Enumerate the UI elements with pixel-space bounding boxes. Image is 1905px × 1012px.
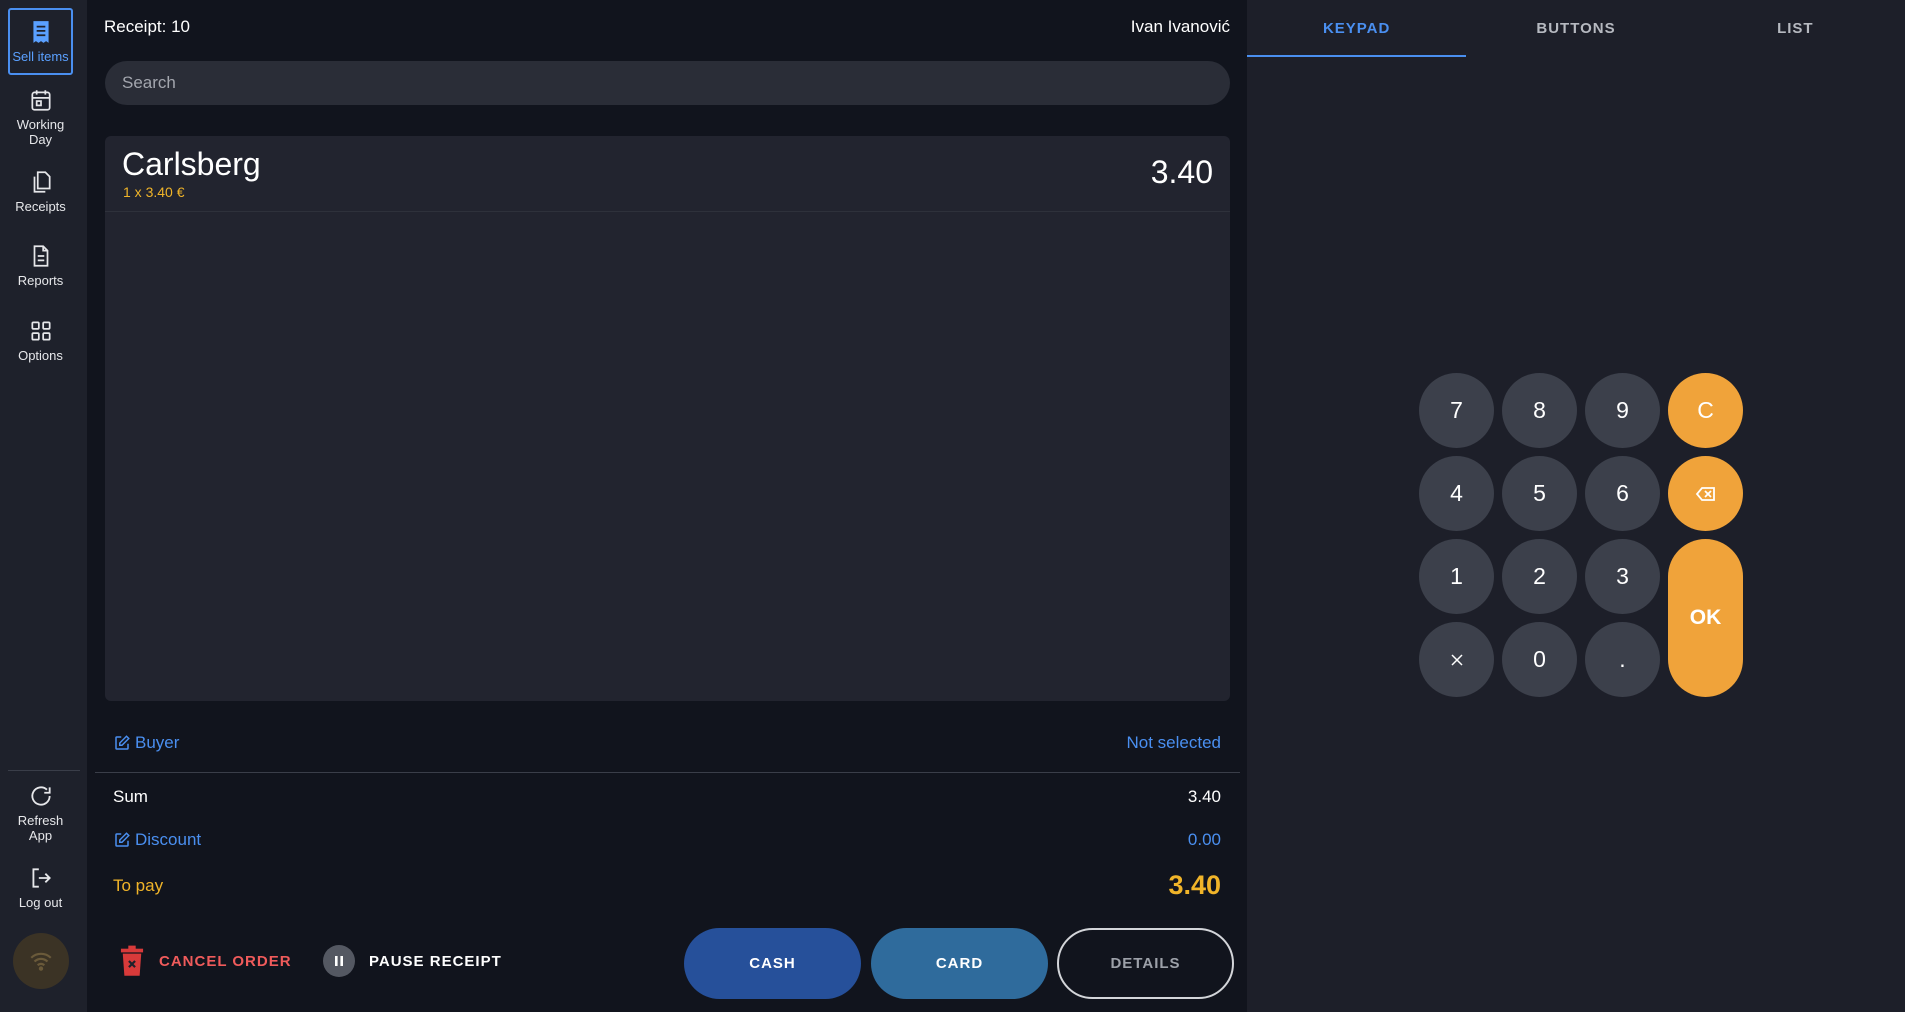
sidebar-item-log-out[interactable]: Log out [8, 862, 73, 912]
discount-row: Discount 0.00 [113, 830, 1221, 850]
to-pay-label: To pay [113, 875, 164, 895]
key-dot[interactable]: . [1585, 622, 1660, 697]
tab-buttons[interactable]: BUTTONS [1466, 0, 1685, 57]
receipt-title: Receipt: 10 [104, 17, 190, 36]
key-9[interactable]: 9 [1585, 373, 1660, 448]
logout-icon [31, 867, 51, 888]
details-button[interactable]: DETAILS [1057, 928, 1234, 999]
sidebar-item-label: Log out [18, 894, 63, 910]
sidebar-item-options[interactable]: Options [8, 315, 73, 365]
cancel-order-label: CANCEL ORDER [159, 952, 292, 970]
key-4[interactable]: 4 [1419, 456, 1494, 531]
backspace-button[interactable] [1668, 456, 1743, 531]
receipt-icon [32, 21, 49, 43]
sidebar-divider [8, 770, 80, 771]
key-1[interactable]: 1 [1419, 539, 1494, 614]
calendar-icon [30, 90, 51, 111]
tab-list[interactable]: LIST [1686, 0, 1905, 57]
sidebar-item-label: Sell items [12, 49, 69, 64]
item-total: 3.40 [1150, 154, 1213, 190]
sidebar-item-reports[interactable]: Reports [8, 240, 73, 290]
buyer-label: Buyer [135, 733, 180, 752]
sidebar-item-refresh-app[interactable]: Refresh App [8, 780, 73, 846]
sum-row: Sum 3.40 [113, 787, 1221, 807]
discount-link[interactable]: Discount [113, 830, 201, 850]
summary-divider [95, 772, 1240, 773]
receipt-items-list: Carlsberg 1 x 3.40 € 3.40 [105, 136, 1230, 701]
key-3[interactable]: 3 [1585, 539, 1660, 614]
sidebar: Sell items Working Day Receipts Reports … [0, 0, 87, 1012]
sidebar-item-label: Reports [17, 272, 64, 288]
pos-app: Sell items Working Day Receipts Reports … [0, 0, 1905, 1012]
receipt-panel: Receipt: 10 Ivan Ivanović Carlsberg 1 x … [87, 0, 1247, 1012]
buyer-row: Buyer Not selected [113, 733, 1221, 753]
key-0[interactable]: 0 [1502, 622, 1577, 697]
key-6[interactable]: 6 [1585, 456, 1660, 531]
discount-value: 0.00 [1187, 830, 1221, 849]
sidebar-item-label: Working Day [16, 117, 65, 147]
item-quantity-price: 1 x 3.40 € [123, 184, 185, 200]
key-7[interactable]: 7 [1419, 373, 1494, 448]
sum-value: 3.40 [1187, 787, 1221, 806]
discount-label: Discount [135, 830, 202, 849]
sidebar-item-sell-items[interactable]: Sell items [8, 8, 73, 75]
user-name: Ivan Ivanović [1130, 17, 1230, 36]
connection-status[interactable] [13, 933, 69, 989]
trash-icon [120, 945, 144, 976]
backspace-icon [1695, 486, 1715, 501]
sidebar-item-receipts[interactable]: Receipts [8, 166, 73, 216]
cancel-order-button[interactable]: CANCEL ORDER [117, 945, 292, 977]
multiply-button[interactable] [1419, 622, 1494, 697]
key-8[interactable]: 8 [1502, 373, 1577, 448]
clear-button[interactable]: C [1668, 373, 1743, 448]
sidebar-item-label: Options [18, 347, 63, 363]
key-5[interactable]: 5 [1502, 456, 1577, 531]
key-2[interactable]: 2 [1502, 539, 1577, 614]
grid-icon [30, 320, 51, 341]
list-item[interactable]: Carlsberg 1 x 3.40 € 3.40 [105, 136, 1230, 212]
ok-button[interactable]: OK [1668, 539, 1743, 697]
wifi-icon [30, 952, 52, 971]
pause-receipt-button[interactable]: PAUSE RECEIPT [323, 945, 502, 977]
to-pay-value: 3.40 [1168, 870, 1221, 900]
sidebar-item-working-day[interactable]: Working Day [8, 84, 73, 150]
tab-keypad[interactable]: KEYPAD [1247, 0, 1467, 57]
item-name: Carlsberg [122, 146, 261, 182]
pause-icon [323, 945, 355, 977]
pause-receipt-label: PAUSE RECEIPT [369, 952, 502, 970]
cash-button[interactable]: CASH [684, 928, 861, 999]
buyer-value[interactable]: Not selected [1127, 733, 1222, 753]
card-button[interactable]: CARD [871, 928, 1048, 999]
refresh-icon [30, 786, 51, 806]
tab-bar: KEYPAD BUTTONS LIST [1247, 0, 1905, 57]
sum-label: Sum [113, 787, 148, 806]
edit-icon [115, 832, 130, 847]
sidebar-item-label: Receipts [15, 198, 66, 214]
documents-icon [33, 170, 51, 193]
input-panel: KEYPAD BUTTONS LIST 7 8 9 C 4 5 6 1 2 3 … [1247, 0, 1905, 1012]
report-icon [33, 244, 48, 267]
to-pay-row: To pay 3.40 [113, 870, 1221, 901]
buyer-link[interactable]: Buyer [113, 733, 179, 753]
edit-icon [115, 735, 130, 750]
search-input[interactable] [105, 61, 1230, 105]
sidebar-item-label: Refresh App [17, 813, 64, 843]
multiply-icon [1450, 653, 1463, 666]
